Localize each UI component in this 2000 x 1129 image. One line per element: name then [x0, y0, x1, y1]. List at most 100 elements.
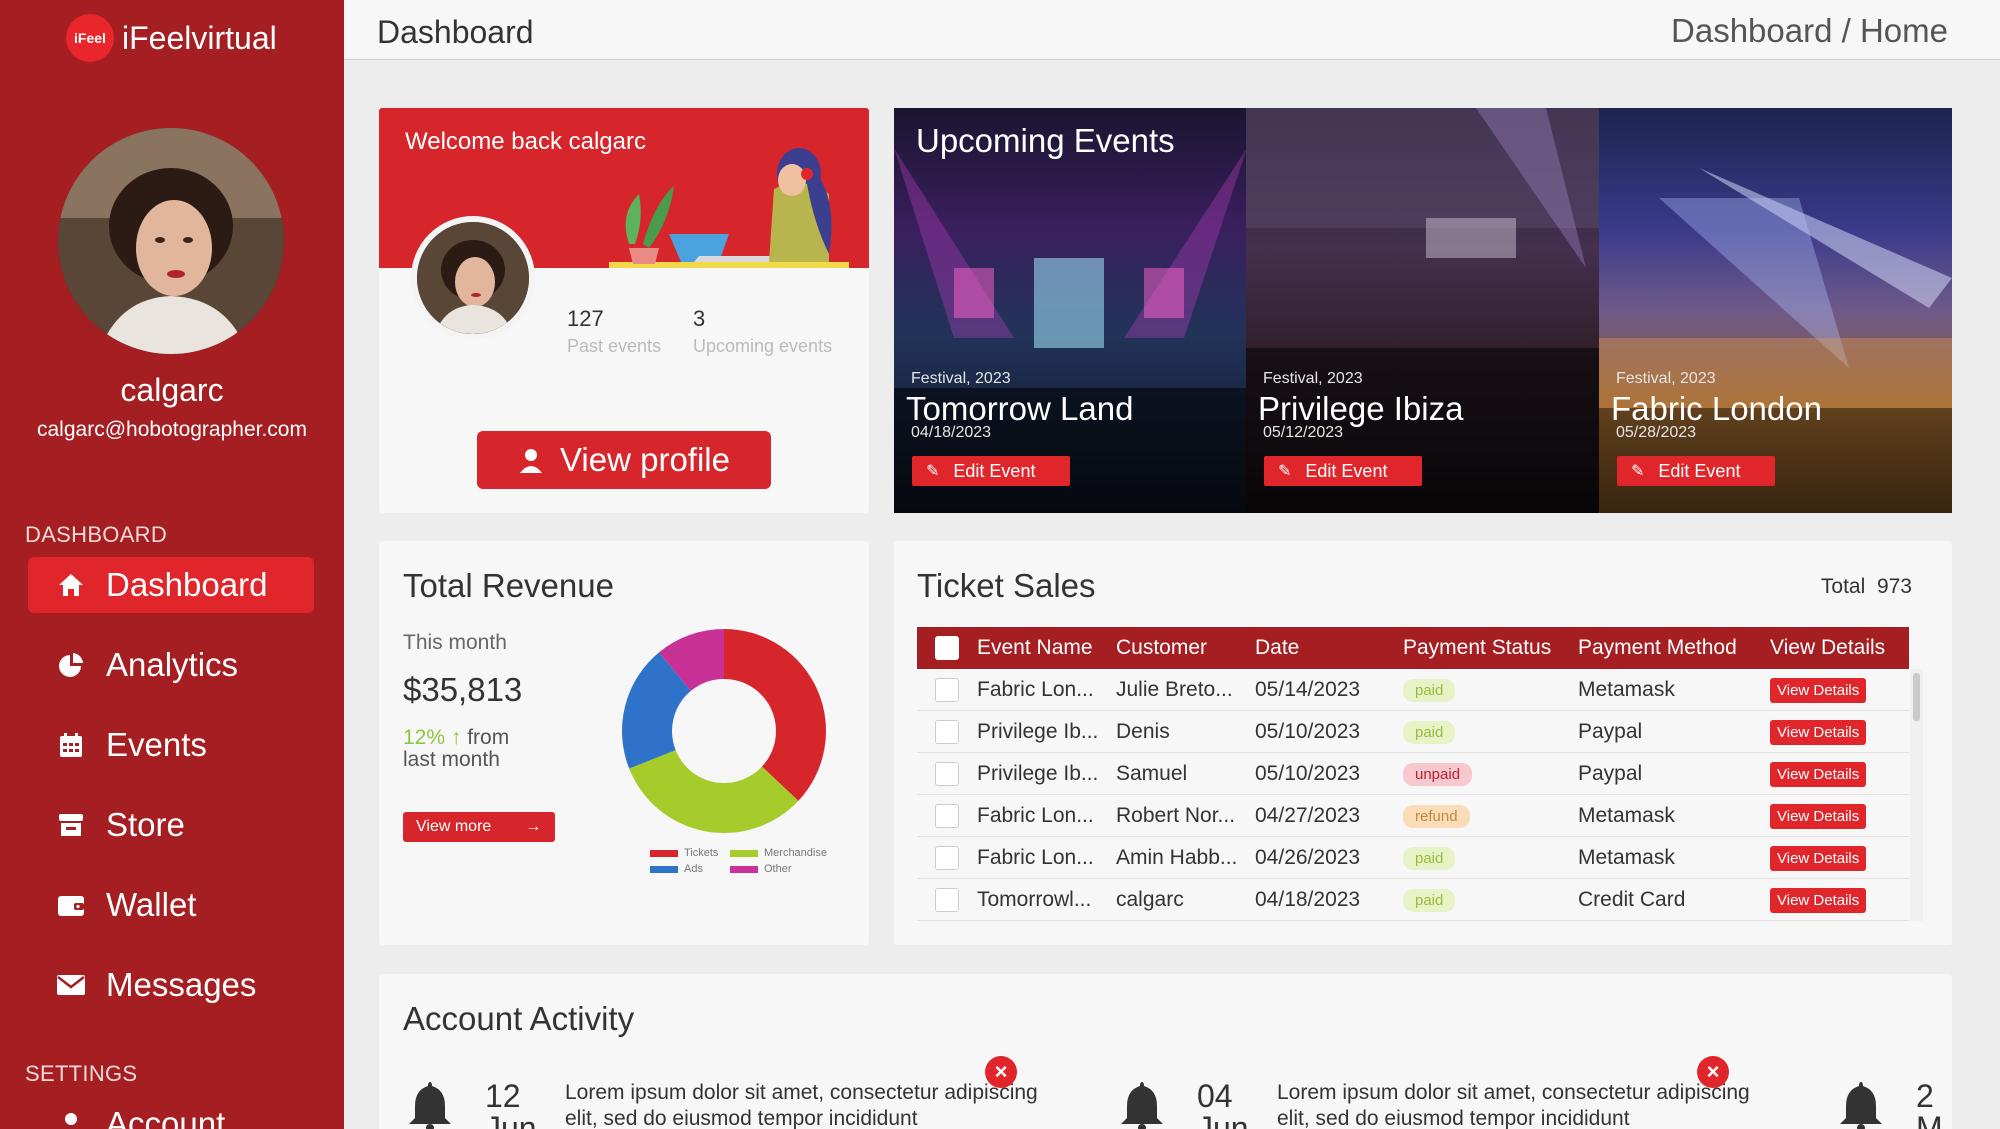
- cell-event-name: Fabric Lon...: [977, 803, 1094, 827]
- sidebar-avatar[interactable]: [58, 128, 284, 354]
- legend-item: Tickets: [650, 847, 718, 859]
- column-header[interactable]: Payment Method: [1578, 636, 1770, 660]
- edit-event-button[interactable]: ✎ Edit Event: [1264, 456, 1422, 486]
- activity-month: M: [1916, 1110, 1943, 1129]
- legend-item: Ads: [650, 863, 703, 875]
- sidebar-item-events[interactable]: Events: [28, 717, 314, 773]
- cell-customer: Amin Habb...: [1116, 845, 1238, 869]
- bell-icon: [409, 1082, 451, 1129]
- table-row[interactable]: Tomorrowl... calgarc 04/18/2023 paid Credit …: [917, 879, 1909, 921]
- cell-customer: Julie Breto...: [1116, 677, 1233, 701]
- payment-status-badge: paid: [1403, 721, 1456, 744]
- close-icon: ×: [994, 1059, 1008, 1084]
- revenue-period: This month: [403, 631, 507, 654]
- brand[interactable]: iFeel iFeelvirtual: [66, 14, 277, 62]
- legend-label: Merchandise: [764, 847, 827, 859]
- view-details-button[interactable]: View Details: [1770, 761, 1867, 787]
- welcome-avatar[interactable]: [411, 216, 535, 340]
- row-checkbox[interactable]: [935, 845, 959, 870]
- legend-label: Ads: [684, 863, 703, 875]
- cell-customer: calgarc: [1116, 887, 1184, 911]
- activity-date: 2 M: [1916, 1080, 1943, 1129]
- activity-day: 12: [485, 1078, 521, 1114]
- sidebar-item-wallet[interactable]: Wallet: [28, 877, 314, 933]
- activity-date: 12 Jun: [485, 1080, 537, 1129]
- breadcrumb[interactable]: Dashboard / Home: [1671, 12, 1948, 50]
- wallet-icon: [56, 890, 86, 920]
- view-profile-label: View profile: [560, 441, 730, 478]
- cell-date: 04/18/2023: [1255, 887, 1361, 911]
- welcome-text: Welcome back calgarc: [405, 128, 646, 155]
- row-checkbox[interactable]: [935, 719, 959, 744]
- event-category: Festival, 2023: [911, 370, 1011, 387]
- pencil-icon: ✎: [1631, 463, 1645, 480]
- arrow-right-icon: →: [525, 818, 542, 835]
- table-row[interactable]: Fabric Lon... Julie Breto... 05/14/2023 pai…: [917, 669, 1909, 711]
- ticket-sales-table: Event Name Customer Date Payment Status …: [917, 627, 1909, 921]
- view-details-button[interactable]: View Details: [1770, 887, 1867, 913]
- sidebar-item-messages[interactable]: Messages: [28, 957, 314, 1013]
- event-card-tomorrow-land[interactable]: Upcoming Events Festival, 2023 Tomorrow …: [894, 108, 1247, 513]
- event-name: Privilege Ibiza: [1258, 390, 1464, 427]
- cell-date: 05/10/2023: [1255, 761, 1361, 785]
- view-more-button[interactable]: View more →: [403, 812, 555, 842]
- legend-swatch: [730, 865, 758, 873]
- event-card-privilege-ibiza[interactable]: Festival, 2023 Privilege Ibiza 05/12/202…: [1246, 108, 1599, 513]
- sidebar-username: calgarc: [120, 372, 224, 408]
- table-row[interactable]: Fabric Lon... Robert Nor... 04/27/2023 refu…: [917, 795, 1909, 837]
- sidebar-item-dashboard[interactable]: Dashboard: [28, 557, 314, 613]
- table-scrollbar[interactable]: [1910, 669, 1923, 921]
- column-header[interactable]: Date: [1255, 636, 1403, 660]
- column-header[interactable]: Event Name: [977, 636, 1116, 660]
- brand-logo: iFeel: [66, 14, 114, 62]
- sidebar-item-analytics[interactable]: Analytics: [28, 637, 314, 693]
- view-details-button[interactable]: View Details: [1770, 803, 1867, 829]
- table-body: Fabric Lon... Julie Breto... 05/14/2023 pai…: [917, 669, 1909, 921]
- dismiss-activity-button[interactable]: ×: [985, 1056, 1017, 1088]
- event-card-fabric-london[interactable]: Festival, 2023 Fabric London 05/28/2023 …: [1599, 108, 1952, 513]
- cell-customer: Denis: [1116, 719, 1170, 743]
- column-header[interactable]: View Details: [1770, 636, 1909, 660]
- dismiss-activity-button[interactable]: ×: [1697, 1056, 1729, 1088]
- cell-date: 04/26/2023: [1255, 845, 1361, 869]
- select-all-checkbox[interactable]: [935, 636, 959, 660]
- payment-status-badge: refund: [1403, 805, 1470, 828]
- revenue-card: Total Revenue This month $35,813 12% ↑ f…: [379, 541, 869, 945]
- view-details-button[interactable]: View Details: [1770, 845, 1867, 871]
- table-row[interactable]: Fabric Lon... Amin Habb... 04/26/2023 paid M…: [917, 837, 1909, 879]
- legend-swatch: [650, 849, 678, 857]
- cell-payment-method: Credit Card: [1578, 887, 1686, 911]
- view-details-button[interactable]: View Details: [1770, 719, 1867, 745]
- activity-month: Jun: [485, 1110, 537, 1129]
- row-checkbox[interactable]: [935, 761, 959, 786]
- sidebar-item-store[interactable]: Store: [28, 797, 314, 853]
- user-icon: [518, 447, 544, 473]
- scrollbar-thumb[interactable]: [1913, 673, 1920, 721]
- edit-event-button[interactable]: ✎ Edit Event: [1617, 456, 1775, 486]
- view-profile-button[interactable]: View profile: [477, 431, 771, 489]
- calendar-icon: [56, 730, 86, 760]
- close-icon: ×: [1706, 1059, 1720, 1084]
- edit-event-button[interactable]: ✎ Edit Event: [912, 456, 1070, 486]
- table-row[interactable]: Privilege Ib... Denis 05/10/2023 paid Paypal…: [917, 711, 1909, 753]
- row-checkbox[interactable]: [935, 677, 959, 702]
- row-checkbox[interactable]: [935, 803, 959, 828]
- sidebar: iFeel iFeelvirtual calgarc calgarc@hobot…: [0, 0, 344, 1129]
- event-name: Tomorrow Land: [906, 390, 1134, 427]
- row-checkbox[interactable]: [935, 887, 959, 912]
- column-header[interactable]: Customer: [1116, 636, 1255, 660]
- view-details-button[interactable]: View Details: [1770, 677, 1867, 703]
- revenue-value: $35,813: [403, 671, 523, 708]
- pencil-icon: ✎: [1278, 463, 1292, 480]
- cell-customer: Samuel: [1116, 761, 1188, 785]
- cell-payment-method: Metamask: [1578, 677, 1675, 701]
- table-row[interactable]: Privilege Ib... Samuel 05/10/2023 unpaid Pay…: [917, 753, 1909, 795]
- donut-slice-tickets: [724, 629, 826, 801]
- sidebar-item-account[interactable]: Account: [28, 1096, 314, 1129]
- ticket-sales-total: Total 973: [1821, 575, 1912, 599]
- past-events-count: 127: [567, 306, 604, 331]
- past-events-label: Past events: [567, 336, 662, 356]
- stat-upcoming-events: 3 Upcoming events: [693, 306, 832, 357]
- column-header[interactable]: Payment Status: [1403, 636, 1578, 660]
- upcoming-events-panel: Upcoming Events Festival, 2023 Tomorrow …: [894, 108, 1952, 513]
